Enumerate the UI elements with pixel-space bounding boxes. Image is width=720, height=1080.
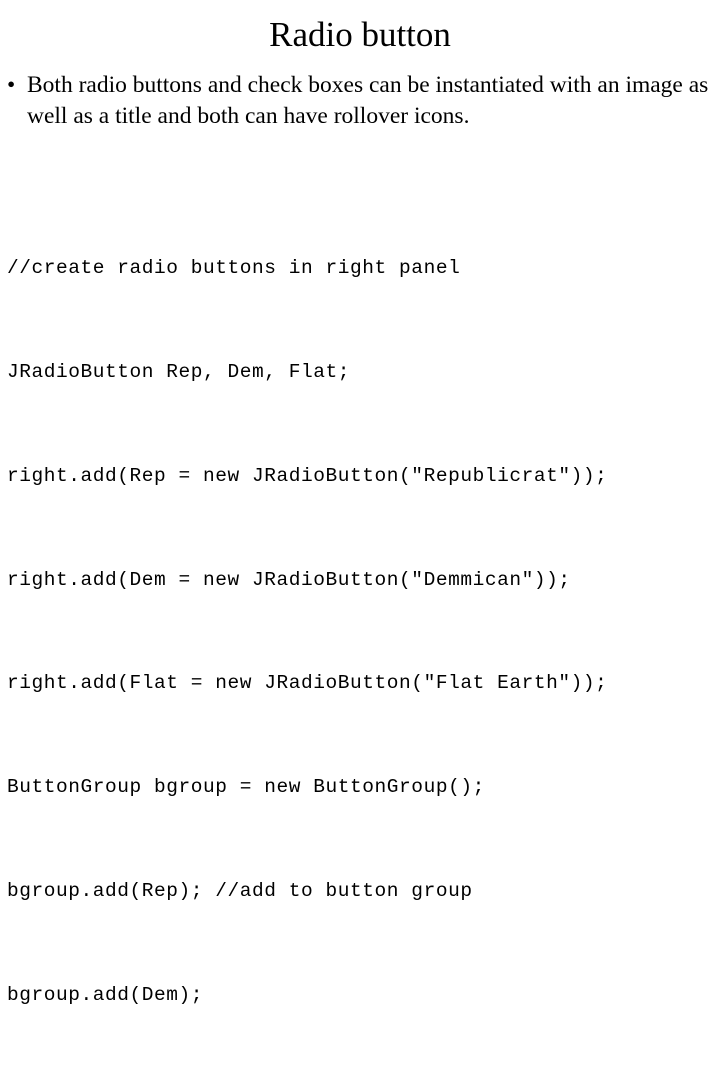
code-line: right.add(Flat = new JRadioButton("Flat …	[7, 672, 608, 695]
list-item: • Both radio buttons and check boxes can…	[0, 70, 720, 132]
bullet-list: • Both radio buttons and check boxes can…	[0, 70, 720, 132]
code-line: JRadioButton Rep, Dem, Flat;	[7, 360, 351, 383]
code-line: //create radio buttons in right panel	[7, 257, 461, 280]
bullet-dot-icon: •	[7, 72, 16, 98]
code-line: right.add(Dem = new JRadioButton("Demmic…	[7, 568, 571, 591]
slide-canvas: Radio button • Both radio buttons and ch…	[0, 0, 720, 1006]
code-line: right.add(Rep = new JRadioButton("Republ…	[7, 464, 608, 487]
code-line: bgroup.add(Rep); //add to button group	[7, 879, 473, 902]
code-block: //create radio buttons in right panel JR…	[7, 182, 720, 1080]
code-line: ButtonGroup bgroup = new ButtonGroup();	[7, 776, 485, 799]
page-title: Radio button	[269, 15, 451, 54]
bullet-item-text: Both radio buttons and check boxes can b…	[27, 72, 709, 129]
code-line: bgroup.add(Dem);	[7, 983, 204, 1006]
